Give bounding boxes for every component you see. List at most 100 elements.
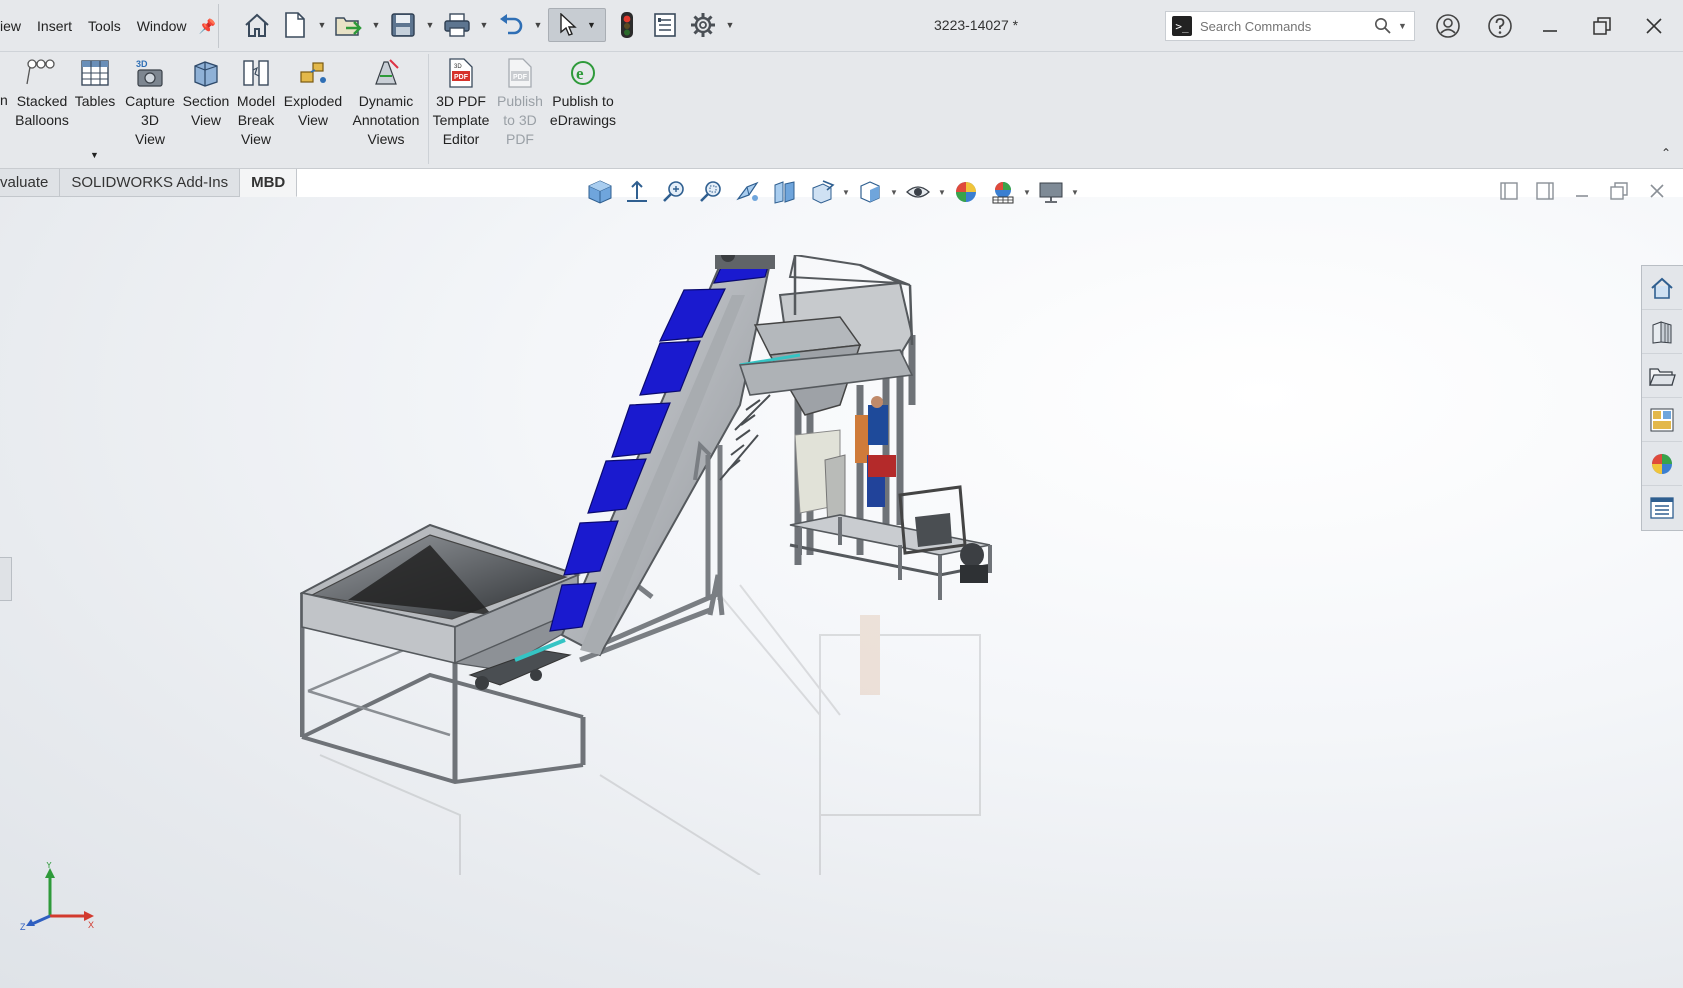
hide-show-items-button[interactable] [901,175,935,209]
command-manager-tabs: valuate SOLIDWORKS Add-Ins MBD [0,169,298,197]
options-button[interactable] [686,8,720,42]
eye-icon [906,186,930,198]
close-button[interactable] [1634,8,1674,44]
task-pane-design-library[interactable] [1642,310,1682,354]
stacked-balloons-icon [25,56,59,90]
menu-insert[interactable]: Insert [29,18,80,34]
publish-to-3d-pdf-button[interactable]: PDF Publish to 3D PDF [492,56,548,149]
rebuild-button[interactable] [610,8,644,42]
tab-solidworks-add-ins[interactable]: SOLIDWORKS Add-Ins [60,169,241,197]
account-button[interactable] [1428,8,1468,44]
new-document-button[interactable] [278,8,312,42]
3d-pdf-template-editor-label: 3D PDF Template Editor [432,93,490,147]
chevron-down-icon[interactable]: ▼ [424,20,436,30]
zoom-icon [700,181,721,202]
search-icon[interactable] [1374,17,1392,35]
search-input[interactable] [1200,18,1370,34]
feature-manager-collapse-handle[interactable] [0,557,12,601]
section-view-hud-button[interactable] [731,175,765,209]
view-orientation-dropdown[interactable] [805,175,839,209]
ribbon-label-fragment[interactable]: n [0,92,8,108]
menu-tools[interactable]: Tools [80,18,129,34]
file-properties-button[interactable] [648,8,682,42]
viewport-restore-button[interactable] [1604,176,1634,206]
chevron-down-icon[interactable]: ▼ [724,20,736,30]
dynamic-annotation-hud-button[interactable] [768,175,802,209]
file-properties-icon [654,13,676,37]
edit-appearance-button[interactable] [949,175,983,209]
assembly-model-render[interactable] [300,255,1100,875]
capture-3d-view-icon: 3D [133,56,167,90]
viewport-split-left-button[interactable] [1494,176,1524,206]
menu-window[interactable]: Window [129,18,195,34]
view-orientation-button[interactable] [583,175,617,209]
restore-button[interactable] [1582,8,1622,44]
chevron-down-icon[interactable]: ▼ [532,20,544,30]
viewport-close-button[interactable] [1642,176,1672,206]
minimize-icon [1576,195,1588,197]
svg-text:e: e [576,64,584,83]
stacked-balloons-button[interactable]: Stacked Balloons [14,56,70,130]
exploded-view-button[interactable]: Exploded View [282,56,344,130]
chevron-down-icon[interactable]: ▼ [316,20,328,30]
pin-icon[interactable]: 📌 [195,18,224,35]
chevron-down-icon[interactable]: ▼ [1023,188,1031,197]
task-pane-resources[interactable] [1642,266,1682,310]
task-pane-file-explorer[interactable] [1642,354,1682,398]
cursor-arrow-icon [560,13,577,36]
chevron-down-icon[interactable]: ▼ [938,188,946,197]
3d-pdf-template-editor-button[interactable]: PDF 3D 3D PDF Template Editor [430,56,492,149]
chevron-down-icon[interactable]: ▼ [587,20,596,30]
zoom-to-area-button[interactable] [657,175,691,209]
close-icon [1646,18,1662,34]
publish-to-3d-pdf-label: Publish to 3D PDF [497,93,543,147]
svg-text:3D: 3D [454,64,462,70]
command-manager-ribbon: n Stacked Balloons Tables ▼ 3D Capture 3… [0,52,1683,169]
search-commands[interactable]: >_ ▼ [1165,11,1415,41]
ribbon-separator [428,54,429,164]
task-pane-custom-properties[interactable] [1642,486,1682,530]
task-pane-tabs [1641,265,1683,531]
minimize-button[interactable] [1530,8,1570,44]
svg-text:PDF: PDF [513,74,528,81]
apply-scene-button[interactable] [986,175,1020,209]
publish-to-edrawings-button[interactable]: e Publish to eDrawings [546,56,620,130]
viewport-minimize-button[interactable] [1567,176,1597,206]
publish-3d-pdf-icon: PDF [503,56,537,90]
undo-button[interactable] [494,8,528,42]
task-pane-view-palette[interactable] [1642,398,1682,442]
tab-evaluate[interactable]: valuate [0,169,61,197]
stacked-balloons-label: Stacked Balloons [15,93,69,128]
model-break-view-button[interactable]: Model Break View [232,56,280,149]
feed-hopper [300,523,586,785]
open-button[interactable] [332,8,366,42]
print-button[interactable] [440,8,474,42]
chevron-down-icon[interactable]: ▼ [1071,188,1079,197]
select-button[interactable]: ▼ [548,8,606,42]
zoom-to-fit-button[interactable] [620,175,654,209]
tab-mbd[interactable]: MBD [240,169,298,197]
chevron-down-icon[interactable]: ▼ [1398,21,1407,31]
chevron-up-icon[interactable]: ⌃ [1661,146,1671,160]
task-pane-appearances[interactable] [1642,442,1682,486]
chevron-down-icon[interactable]: ▼ [890,188,898,197]
chevron-down-icon[interactable]: ▼ [842,188,850,197]
chevron-down-icon[interactable]: ▼ [90,150,99,160]
open-folder-icon [335,17,362,36]
previous-view-button[interactable] [694,175,728,209]
display-style-button[interactable] [853,175,887,209]
section-view-button[interactable]: Section View [180,56,232,130]
model-break-view-icon [239,56,273,90]
help-icon [1488,14,1512,38]
capture-3d-view-button[interactable]: 3D Capture 3D View [122,56,178,149]
help-button[interactable] [1480,8,1520,44]
dynamic-annotation-views-button[interactable]: Dynamic Annotation Views [346,56,426,149]
view-settings-button[interactable] [1034,175,1068,209]
tables-button[interactable]: Tables [72,56,118,111]
viewport-split-right-button[interactable] [1530,176,1560,206]
menu-view[interactable]: iew [0,18,29,34]
save-button[interactable] [386,8,420,42]
chevron-down-icon[interactable]: ▼ [478,20,490,30]
home-button[interactable] [240,8,274,42]
chevron-down-icon[interactable]: ▼ [370,20,382,30]
